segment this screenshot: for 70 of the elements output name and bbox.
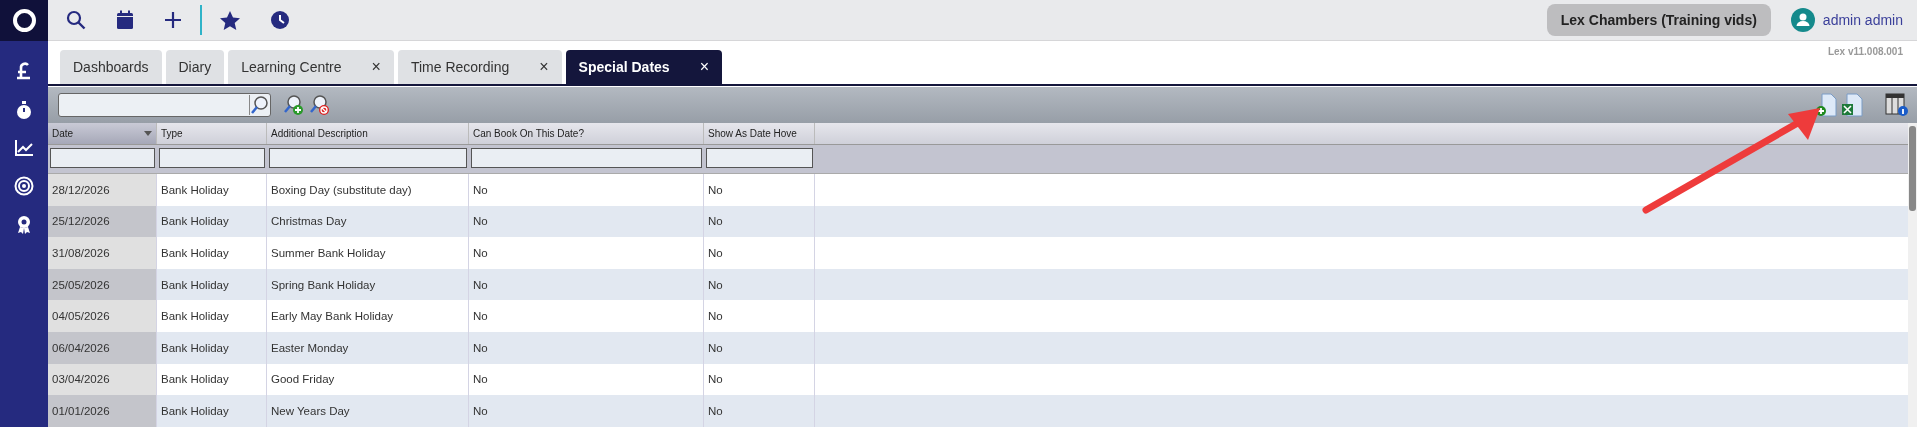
clear-filter-icon[interactable] xyxy=(309,94,331,116)
new-document-icon[interactable] xyxy=(1815,93,1837,117)
filter-field[interactable] xyxy=(159,148,265,168)
user-name-link[interactable]: admin admin xyxy=(1822,12,1903,28)
tab[interactable]: Time Recording × xyxy=(397,50,562,84)
filter-field[interactable] xyxy=(269,148,467,168)
scrollbar-thumb[interactable] xyxy=(1909,126,1916,211)
tab[interactable]: Special Dates × xyxy=(565,50,722,84)
target-icon[interactable] xyxy=(14,176,34,196)
award-icon[interactable] xyxy=(15,215,33,235)
table-cell: No xyxy=(704,174,815,206)
table-cell: Boxing Day (substitute day) xyxy=(267,174,469,206)
table-cell: Bank Holiday xyxy=(157,237,267,269)
column-header[interactable]: Date xyxy=(48,123,157,144)
line-chart-icon[interactable] xyxy=(14,139,34,157)
close-tab-button[interactable]: × xyxy=(371,58,381,76)
clock-icon[interactable] xyxy=(270,10,290,30)
column-header[interactable]: Type xyxy=(157,123,267,144)
organisation-button[interactable]: Lex Chambers (Training vids) xyxy=(1546,4,1771,36)
search-field[interactable] xyxy=(58,93,271,117)
column-header[interactable]: Show As Date Hove xyxy=(704,123,815,144)
filter-field[interactable] xyxy=(706,148,813,168)
star-icon[interactable] xyxy=(220,10,240,30)
table-cell: Easter Monday xyxy=(267,331,469,364)
column-header[interactable]: Can Book On This Date? xyxy=(469,123,704,144)
close-tab-button[interactable]: × xyxy=(699,58,709,76)
table-cell: No xyxy=(704,395,815,427)
pound-icon[interactable] xyxy=(15,61,33,81)
filter-field[interactable] xyxy=(471,148,702,168)
stopwatch-icon[interactable] xyxy=(15,100,33,120)
table-cell: 04/05/2026 xyxy=(48,300,157,332)
search-icon[interactable] xyxy=(66,10,86,30)
add-filter-icon[interactable] xyxy=(283,94,305,116)
spreadsheet-icon[interactable] xyxy=(1841,93,1863,117)
version-label: Lex v11.008.001 xyxy=(1827,46,1903,57)
table-cell: 01/01/2026 xyxy=(48,395,157,427)
column-header[interactable]: Additional Description xyxy=(267,123,469,144)
table-cell: Summer Bank Holiday xyxy=(267,237,469,269)
search-icon[interactable] xyxy=(249,95,270,115)
table-cell: 25/05/2026 xyxy=(48,268,157,301)
table-cell: New Years Day xyxy=(267,395,469,427)
table-cell: 25/12/2026 xyxy=(48,205,157,238)
table-cell: Early May Bank Holiday xyxy=(267,300,469,332)
user-avatar-icon[interactable] xyxy=(1790,8,1815,32)
table-cell: No xyxy=(469,395,704,427)
table-cell: No xyxy=(704,331,815,364)
table-cell: 31/08/2026 xyxy=(48,237,157,269)
tab[interactable]: Dashboards xyxy=(60,50,162,84)
table-cell: No xyxy=(704,300,815,332)
sort-caret-icon xyxy=(144,131,152,136)
logo-icon[interactable] xyxy=(0,0,48,41)
close-tab-button[interactable]: × xyxy=(539,58,549,76)
table-cell: Bank Holiday xyxy=(157,331,267,364)
calendar-icon[interactable] xyxy=(116,10,134,30)
table-cell: No xyxy=(469,300,704,332)
table-cell: No xyxy=(704,237,815,269)
table-cell: No xyxy=(469,174,704,206)
table-cell: No xyxy=(469,331,704,364)
table-cell: Bank Holiday xyxy=(157,300,267,332)
table-cell: Bank Holiday xyxy=(157,395,267,427)
table-cell: Bank Holiday xyxy=(157,174,267,206)
table-cell: No xyxy=(469,237,704,269)
columns-info-icon[interactable] xyxy=(1885,93,1909,117)
table-cell: 28/12/2026 xyxy=(48,174,157,206)
table-cell: 06/04/2026 xyxy=(48,331,157,364)
tab[interactable]: Learning Centre × xyxy=(228,50,394,84)
tab[interactable]: Diary xyxy=(165,50,225,84)
plus-icon[interactable] xyxy=(164,11,182,29)
table-cell: 03/04/2026 xyxy=(48,363,157,396)
filter-field[interactable] xyxy=(50,148,155,168)
